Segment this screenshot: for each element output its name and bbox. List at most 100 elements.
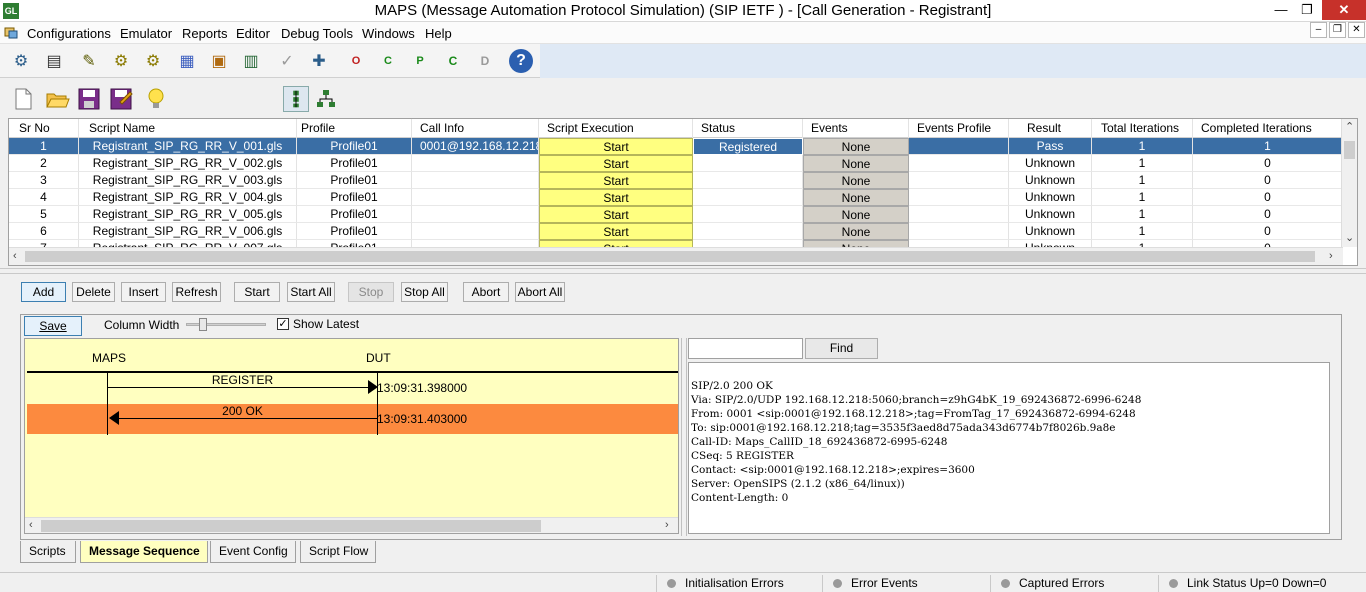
cell-events[interactable]: None (803, 138, 909, 155)
refresh-button[interactable]: Refresh (172, 282, 221, 302)
wrench-disabled-icon[interactable]: ✓ (274, 49, 300, 73)
scroll-up-icon[interactable]: ⌃ (1345, 120, 1354, 133)
column-width-slider[interactable] (186, 323, 266, 326)
seq-scroll-right-icon[interactable]: › (665, 519, 669, 531)
col-sr-no[interactable]: Sr No (9, 119, 79, 138)
col-events[interactable]: Events (803, 119, 909, 138)
message-register-label[interactable]: REGISTER (185, 373, 300, 387)
message-register-line[interactable] (108, 387, 370, 388)
col-call-info[interactable]: Call Info (412, 119, 539, 138)
cell-events[interactable]: None (803, 206, 909, 223)
cell-events[interactable]: None (803, 155, 909, 172)
panel-splitter[interactable] (0, 268, 1366, 274)
col-result[interactable]: Result (1009, 119, 1092, 138)
table-row[interactable]: 6 Registrant_SIP_RG_RR_V_006.gls Profile01… (9, 223, 1343, 240)
sequence-row-highlight[interactable] (27, 404, 678, 434)
tools-icon[interactable]: ✚ (306, 49, 332, 73)
mdi-restore-icon[interactable]: ❐ (1329, 22, 1346, 38)
stop-button[interactable]: Stop (348, 282, 394, 302)
new-file-icon[interactable] (10, 86, 36, 112)
gear-pair-icon[interactable]: ⚙ (108, 49, 134, 73)
seq-scroll-left-icon[interactable]: ‹ (29, 519, 33, 531)
minimize-icon[interactable]: — (1268, 0, 1294, 20)
cell-events[interactable]: None (803, 223, 909, 240)
scroll-left-icon[interactable]: ‹ (13, 250, 17, 262)
help-icon[interactable]: ? (509, 49, 533, 73)
mdi-close-icon[interactable]: ✕ (1348, 22, 1365, 38)
table-row[interactable]: 2 Registrant_SIP_RG_RR_V_002.gls Profile01… (9, 155, 1343, 172)
save-icon[interactable] (76, 86, 102, 112)
record-c-icon[interactable]: C (375, 49, 401, 73)
message-200ok-label[interactable]: 200 OK (185, 404, 300, 418)
message-detail-view[interactable]: SIP/2.0 200 OK Via: SIP/2.0/UDP 192.168.1… (688, 362, 1330, 534)
grid-vertical-scrollbar[interactable]: ⌃ ⌄ (1341, 119, 1357, 247)
col-script-execution[interactable]: Script Execution (539, 119, 693, 138)
cell-exec[interactable]: Start (539, 155, 693, 172)
cell-exec[interactable]: Start (539, 189, 693, 206)
col-events-profile[interactable]: Events Profile (909, 119, 1009, 138)
tab-event-config[interactable]: Event Config (210, 541, 296, 563)
close-icon[interactable]: ✕ (1322, 0, 1366, 20)
add-button[interactable]: Add (21, 282, 66, 302)
vertical-layout-icon[interactable] (283, 86, 309, 112)
col-profile[interactable]: Profile (297, 119, 412, 138)
col-total-iterations[interactable]: Total Iterations (1092, 119, 1193, 138)
status-error-events[interactable]: Error Events (822, 575, 990, 592)
save-button[interactable]: Save (24, 316, 82, 336)
menu-help[interactable]: Help (425, 26, 452, 41)
cell-exec[interactable]: Start (539, 223, 693, 240)
show-latest-checkbox[interactable]: ✓ (277, 318, 289, 330)
gear-pair-alt-icon[interactable]: ⚙ (140, 49, 166, 73)
menu-windows[interactable]: Windows (362, 26, 415, 41)
menu-reports[interactable]: Reports (182, 26, 228, 41)
open-folder-icon[interactable] (44, 86, 70, 112)
stop-all-button[interactable]: Stop All (401, 282, 448, 302)
scroll-down-icon[interactable]: ⌄ (1345, 231, 1354, 244)
table-row[interactable]: 1 Registrant_SIP_RG_RR_V_001.gls Profile01… (9, 138, 1343, 155)
network-user-icon[interactable]: ▥ (238, 49, 264, 73)
grid-hscroll-thumb[interactable] (25, 251, 1315, 262)
find-input[interactable] (688, 338, 803, 359)
status-initialisation-errors[interactable]: Initialisation Errors (656, 575, 822, 592)
capture-disabled-icon[interactable]: D (472, 49, 498, 73)
child-window-icon[interactable] (4, 26, 18, 39)
table-row[interactable]: 4 Registrant_SIP_RG_RR_V_004.gls Profile01… (9, 189, 1343, 206)
sequence-horizontal-scrollbar[interactable]: ‹ › (25, 517, 678, 533)
status-link-status[interactable]: Link Status Up=0 Down=0 (1158, 575, 1366, 592)
cell-exec[interactable]: Start (539, 206, 693, 223)
col-status[interactable]: Status (693, 119, 803, 138)
delete-button[interactable]: Delete (72, 282, 115, 302)
record-p-icon[interactable]: P (407, 49, 433, 73)
abort-all-button[interactable]: Abort All (515, 282, 565, 302)
table-row[interactable]: 3 Registrant_SIP_RG_RR_V_003.gls Profile01… (9, 172, 1343, 189)
save-as-icon[interactable] (108, 86, 134, 112)
detail-splitter[interactable] (681, 338, 687, 536)
tab-scripts[interactable]: Scripts (20, 541, 76, 563)
lightbulb-icon[interactable] (143, 86, 169, 112)
col-script-name[interactable]: Script Name (79, 119, 297, 138)
grid-vscroll-thumb[interactable] (1344, 141, 1355, 159)
menu-emulator[interactable]: Emulator (120, 26, 172, 41)
cell-events[interactable]: None (803, 189, 909, 206)
settings-gear-icon[interactable]: ⚙ (8, 49, 34, 73)
cell-events[interactable]: None (803, 172, 909, 189)
maximize-icon[interactable]: ❐ (1294, 0, 1320, 20)
briefcase-icon[interactable]: ▣ (206, 49, 232, 73)
col-completed-iterations[interactable]: Completed Iterations (1193, 119, 1343, 138)
insert-button[interactable]: Insert (121, 282, 166, 302)
status-captured-errors[interactable]: Captured Errors (990, 575, 1158, 592)
record-o-icon[interactable]: O (343, 49, 369, 73)
start-button[interactable]: Start (234, 282, 280, 302)
notebook-icon[interactable]: ▤ (41, 49, 67, 73)
capture-icon[interactable]: C (440, 49, 466, 73)
table-row[interactable]: 5 Registrant_SIP_RG_RR_V_005.gls Profile01… (9, 206, 1343, 223)
seq-hscroll-thumb[interactable] (41, 520, 541, 532)
find-button[interactable]: Find (805, 338, 878, 359)
message-200ok-line[interactable] (117, 418, 377, 419)
start-all-button[interactable]: Start All (287, 282, 335, 302)
cell-exec[interactable]: Start (539, 172, 693, 189)
grid-horizontal-scrollbar[interactable]: ‹ › (9, 247, 1343, 265)
abort-button[interactable]: Abort (463, 282, 509, 302)
cubes-icon[interactable]: ▦ (174, 49, 200, 73)
menu-configurations[interactable]: Configurations (27, 26, 111, 41)
